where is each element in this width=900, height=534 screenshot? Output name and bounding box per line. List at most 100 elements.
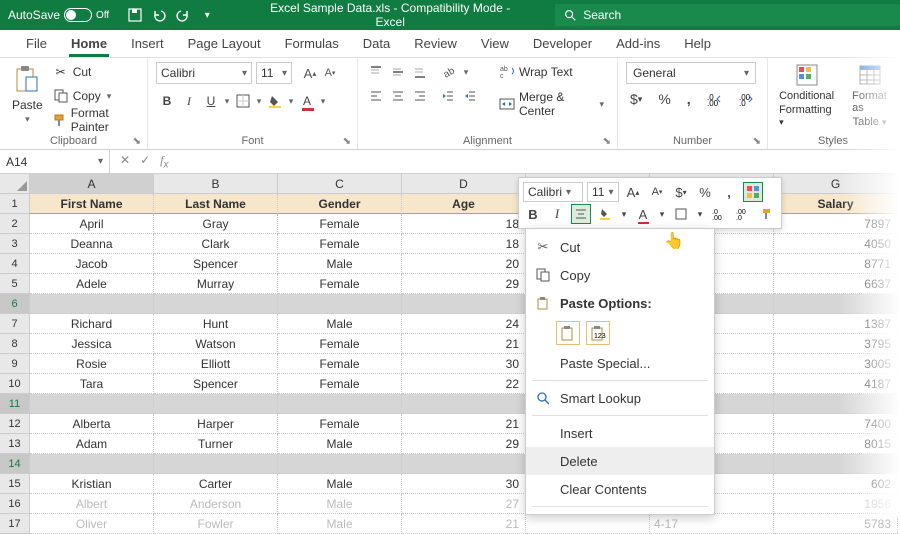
dialog-launcher-icon[interactable]: ⬊: [603, 136, 611, 147]
tab-developer[interactable]: Developer: [521, 30, 604, 57]
select-all-corner[interactable]: [0, 174, 30, 194]
cell[interactable]: Rosie: [30, 354, 154, 374]
cell[interactable]: Alberta: [30, 414, 154, 434]
cell[interactable]: [402, 454, 526, 474]
mini-italic-icon[interactable]: I: [547, 204, 567, 224]
toggle-off-icon[interactable]: [64, 8, 92, 22]
percent-format-icon[interactable]: %: [654, 88, 674, 110]
cell[interactable]: Anderson: [154, 494, 278, 514]
cell[interactable]: [774, 394, 898, 414]
undo-icon[interactable]: [151, 7, 167, 23]
cell[interactable]: Turner: [154, 434, 278, 454]
tab-review[interactable]: Review: [402, 30, 469, 57]
ctx-paste-special[interactable]: Paste Special...: [526, 349, 714, 377]
row-head-10[interactable]: 10: [0, 374, 30, 394]
underline-button[interactable]: U: [200, 90, 222, 112]
dialog-launcher-icon[interactable]: ⬊: [133, 136, 141, 147]
merge-center-button[interactable]: Merge & Center▾: [494, 88, 609, 120]
row-head-8[interactable]: 8: [0, 334, 30, 354]
row-head-14[interactable]: 14: [0, 454, 30, 474]
row-head-15[interactable]: 15: [0, 474, 30, 494]
redo-icon[interactable]: [175, 7, 191, 23]
col-head-C[interactable]: C: [278, 174, 402, 194]
cell[interactable]: Carter: [154, 474, 278, 494]
cell[interactable]: April: [30, 214, 154, 234]
cell[interactable]: [402, 294, 526, 314]
cell[interactable]: 602: [774, 474, 898, 494]
cell[interactable]: Richard: [30, 314, 154, 334]
cell[interactable]: Male: [278, 474, 402, 494]
cell[interactable]: [154, 454, 278, 474]
align-left-icon[interactable]: [366, 86, 386, 106]
increase-indent-icon[interactable]: [460, 86, 480, 106]
cell[interactable]: 8771: [774, 254, 898, 274]
cell[interactable]: Adam: [30, 434, 154, 454]
cell[interactable]: [30, 294, 154, 314]
cell[interactable]: Salary: [774, 194, 898, 214]
cell[interactable]: 18: [402, 234, 526, 254]
tab-formulas[interactable]: Formulas: [273, 30, 351, 57]
cell[interactable]: First Name: [30, 194, 154, 214]
cell[interactable]: Elliott: [154, 354, 278, 374]
accounting-format-icon[interactable]: $ ▾: [626, 88, 646, 110]
cell[interactable]: 20: [402, 254, 526, 274]
ctx-delete[interactable]: Delete👆: [526, 447, 714, 475]
cell[interactable]: Male: [278, 494, 402, 514]
tab-add-ins[interactable]: Add-ins: [604, 30, 672, 57]
row-head-5[interactable]: 5: [0, 274, 30, 294]
cell[interactable]: Female: [278, 214, 402, 234]
mini-format-painter-icon[interactable]: [757, 204, 777, 224]
cell[interactable]: Fowler: [154, 514, 278, 534]
cell[interactable]: [402, 394, 526, 414]
ctx-insert[interactable]: Insert: [526, 419, 714, 447]
cell[interactable]: [278, 294, 402, 314]
comma-format-icon[interactable]: ,: [683, 88, 695, 110]
cell[interactable]: 18: [402, 214, 526, 234]
cell[interactable]: [526, 514, 650, 534]
cell[interactable]: Age: [402, 194, 526, 214]
row-head-1[interactable]: 1: [0, 194, 30, 214]
col-head-D[interactable]: D: [402, 174, 526, 194]
cell[interactable]: Kristian: [30, 474, 154, 494]
fill-dropdown-icon[interactable]: ▾: [286, 90, 296, 112]
dialog-launcher-icon[interactable]: ⬊: [753, 136, 761, 147]
font-color-button[interactable]: A: [296, 90, 318, 112]
cell[interactable]: Male: [278, 434, 402, 454]
row-head-9[interactable]: 9: [0, 354, 30, 374]
ctx-copy[interactable]: Copy: [526, 261, 714, 289]
number-format-select[interactable]: General▾: [626, 62, 756, 84]
mini-increase-font-icon[interactable]: A▴: [623, 182, 643, 202]
mini-comma-icon[interactable]: ,: [719, 182, 739, 202]
cell[interactable]: Tara: [30, 374, 154, 394]
row-head-6[interactable]: 6: [0, 294, 30, 314]
mini-font-color-dropdown-icon[interactable]: ▾: [657, 204, 667, 224]
format-painter-button[interactable]: Format Painter: [53, 110, 139, 130]
name-box[interactable]: A14▾: [0, 150, 110, 173]
cell[interactable]: Albert: [30, 494, 154, 514]
cell[interactable]: 22: [402, 374, 526, 394]
cell[interactable]: 4-17: [650, 514, 774, 534]
cell[interactable]: 7897: [774, 214, 898, 234]
orientation-dropdown-icon[interactable]: ▾: [460, 62, 472, 82]
insert-function-icon[interactable]: fx: [160, 153, 168, 170]
tab-help[interactable]: Help: [672, 30, 723, 57]
align-center-icon[interactable]: [388, 86, 408, 106]
cell[interactable]: [774, 454, 898, 474]
cut-button[interactable]: ✂Cut: [53, 62, 139, 82]
borders-dropdown-icon[interactable]: ▾: [254, 90, 264, 112]
cell[interactable]: Female: [278, 354, 402, 374]
cell[interactable]: Female: [278, 234, 402, 254]
mini-bold-icon[interactable]: B: [523, 204, 543, 224]
save-icon[interactable]: [127, 7, 143, 23]
cell[interactable]: Deanna: [30, 234, 154, 254]
align-right-icon[interactable]: [410, 86, 430, 106]
cell[interactable]: Gray: [154, 214, 278, 234]
align-middle-icon[interactable]: [388, 62, 408, 82]
tab-data[interactable]: Data: [351, 30, 402, 57]
cell[interactable]: 4050: [774, 234, 898, 254]
tab-insert[interactable]: Insert: [119, 30, 176, 57]
mini-font-color-icon[interactable]: A: [633, 204, 653, 224]
mini-size-select[interactable]: 11▾: [587, 182, 619, 202]
align-top-icon[interactable]: [366, 62, 386, 82]
copy-button[interactable]: Copy▾: [53, 86, 139, 106]
